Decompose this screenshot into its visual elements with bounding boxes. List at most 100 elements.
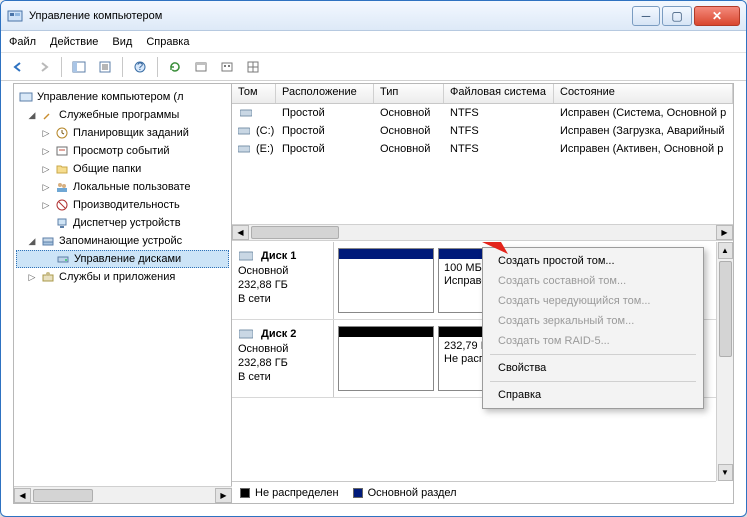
- toolbar-button[interactable]: [190, 56, 212, 78]
- scroll-right-button[interactable]: ▶: [716, 225, 733, 240]
- col-volume[interactable]: Том: [232, 84, 276, 103]
- volume-row[interactable]: (E:) Простой Основной NTFS Исправен (Акт…: [232, 140, 733, 158]
- tree-label: Общие папки: [73, 163, 141, 175]
- menubar: Файл Действие Вид Справка: [1, 31, 746, 53]
- toolbar-button[interactable]: [216, 56, 238, 78]
- refresh-button[interactable]: [164, 56, 186, 78]
- tree-system-tools[interactable]: ◢ Служебные программы: [16, 106, 229, 124]
- tree-performance[interactable]: ▷ Производительность: [16, 196, 229, 214]
- collapse-icon[interactable]: ◢: [26, 110, 38, 121]
- show-hide-tree-button[interactable]: [68, 56, 90, 78]
- menu-help[interactable]: Справка: [486, 385, 700, 405]
- cell: Исправен (Активен, Основной р: [554, 143, 733, 155]
- maximize-button[interactable]: ▢: [662, 6, 692, 26]
- expand-icon[interactable]: ▷: [40, 200, 52, 211]
- collapse-icon[interactable]: ◢: [26, 236, 38, 247]
- scroll-left-button[interactable]: ◀: [232, 225, 249, 240]
- tree-label: Планировщик заданий: [73, 127, 189, 139]
- close-button[interactable]: ✕: [694, 6, 740, 26]
- tree-task-scheduler[interactable]: ▷ Планировщик заданий: [16, 124, 229, 142]
- cell: Простой: [276, 143, 374, 155]
- volume-icon: [238, 123, 250, 139]
- disk-info[interactable]: Диск 2 Основной 232,88 ГБ В сети: [232, 320, 334, 397]
- cell: Основной: [374, 125, 444, 137]
- scroll-left-button[interactable]: ◀: [14, 488, 31, 503]
- scroll-down-button[interactable]: ▼: [718, 464, 733, 481]
- menu-create-mirror-volume: Создать зеркальный том...: [486, 311, 700, 331]
- tree-device-manager[interactable]: Диспетчер устройств: [16, 214, 229, 232]
- folder-icon: [54, 161, 70, 177]
- cell: Исправен (Загрузка, Аварийный: [554, 125, 733, 137]
- cell: Простой: [276, 125, 374, 137]
- app-icon: [7, 8, 23, 24]
- scroll-up-button[interactable]: ▲: [718, 242, 733, 259]
- scroll-thumb[interactable]: [33, 489, 93, 502]
- scroll-right-button[interactable]: ▶: [215, 488, 232, 503]
- clock-icon: [54, 125, 70, 141]
- expand-icon[interactable]: ▷: [26, 272, 38, 283]
- volume-icon: [238, 141, 250, 157]
- tree-label: Управление компьютером (л: [37, 91, 184, 103]
- toolbar-button[interactable]: [242, 56, 264, 78]
- scroll-thumb[interactable]: [251, 226, 339, 239]
- tree-shared-folders[interactable]: ▷ Общие папки: [16, 160, 229, 178]
- legend-bar: Не распределен Основной раздел: [232, 481, 716, 503]
- volume-block[interactable]: [338, 326, 434, 391]
- titlebar[interactable]: Управление компьютером ─ ▢ ✕: [1, 1, 746, 31]
- volume-row[interactable]: Простой Основной NTFS Исправен (Система,…: [232, 104, 733, 122]
- cell: NTFS: [444, 143, 554, 155]
- expand-icon[interactable]: ▷: [40, 146, 52, 157]
- tree-label: Служебные программы: [59, 109, 179, 121]
- cell: Исправен (Система, Основной р: [554, 107, 733, 119]
- disk-graphical-pane: Диск 1 Основной 232,88 ГБ В сети 100 МБ …: [232, 241, 733, 503]
- grid-h-scrollbar[interactable]: ◀ ▶: [232, 224, 733, 241]
- legend-swatch-unallocated: [240, 488, 250, 498]
- tree-root[interactable]: Управление компьютером (л: [16, 88, 229, 106]
- menu-view[interactable]: Вид: [112, 36, 132, 48]
- expand-icon[interactable]: ▷: [40, 128, 52, 139]
- disk-name: Диск 1: [261, 249, 296, 263]
- tree-label: Управление дисками: [74, 253, 181, 265]
- device-icon: [54, 215, 70, 231]
- tree-event-viewer[interactable]: ▷ Просмотр событий: [16, 142, 229, 160]
- tree-local-users[interactable]: ▷ Локальные пользовате: [16, 178, 229, 196]
- window-title: Управление компьютером: [29, 10, 632, 22]
- menu-create-spanned-volume: Создать составной том...: [486, 271, 700, 291]
- scroll-thumb[interactable]: [719, 261, 732, 357]
- cell: NTFS: [444, 125, 554, 137]
- toolbar-divider: [122, 57, 123, 77]
- tree-label: Диспетчер устройств: [73, 217, 181, 229]
- col-type[interactable]: Тип: [374, 84, 444, 103]
- volume-row[interactable]: (C:) Простой Основной NTFS Исправен (Заг…: [232, 122, 733, 140]
- cell: NTFS: [444, 107, 554, 119]
- tree-services-apps[interactable]: ▷ Службы и приложения: [16, 268, 229, 286]
- col-layout[interactable]: Расположение: [276, 84, 374, 103]
- annotation-arrow-icon: [362, 241, 522, 268]
- disk-icon: [238, 326, 254, 342]
- menu-action[interactable]: Действие: [50, 36, 98, 48]
- back-button[interactable]: [7, 56, 29, 78]
- expand-icon[interactable]: ▷: [40, 182, 52, 193]
- volume-grid-body: Простой Основной NTFS Исправен (Система,…: [232, 104, 733, 224]
- col-status[interactable]: Состояние: [554, 84, 733, 103]
- legend-swatch-primary: [353, 488, 363, 498]
- forward-button[interactable]: [33, 56, 55, 78]
- expand-icon[interactable]: ▷: [40, 164, 52, 175]
- disk-icon: [55, 251, 71, 267]
- disk-v-scrollbar[interactable]: ▲ ▼: [716, 242, 733, 481]
- menu-file[interactable]: Файл: [9, 36, 36, 48]
- tree-disk-management[interactable]: Управление дисками: [16, 250, 229, 268]
- menu-help[interactable]: Справка: [146, 36, 189, 48]
- tree-h-scrollbar[interactable]: ◀ ▶: [14, 486, 232, 503]
- storage-icon: [40, 233, 56, 249]
- disk-info[interactable]: Диск 1 Основной 232,88 ГБ В сети: [232, 242, 334, 319]
- toolbar: ?: [1, 53, 746, 81]
- legend-label: Не распределен: [255, 487, 339, 499]
- help-button[interactable]: ?: [129, 56, 151, 78]
- minimize-button[interactable]: ─: [632, 6, 660, 26]
- disk-size: 232,88 ГБ: [238, 356, 327, 370]
- col-fs[interactable]: Файловая система: [444, 84, 554, 103]
- properties-button[interactable]: [94, 56, 116, 78]
- tree-storage[interactable]: ◢ Запоминающие устройс: [16, 232, 229, 250]
- menu-properties[interactable]: Свойства: [486, 358, 700, 378]
